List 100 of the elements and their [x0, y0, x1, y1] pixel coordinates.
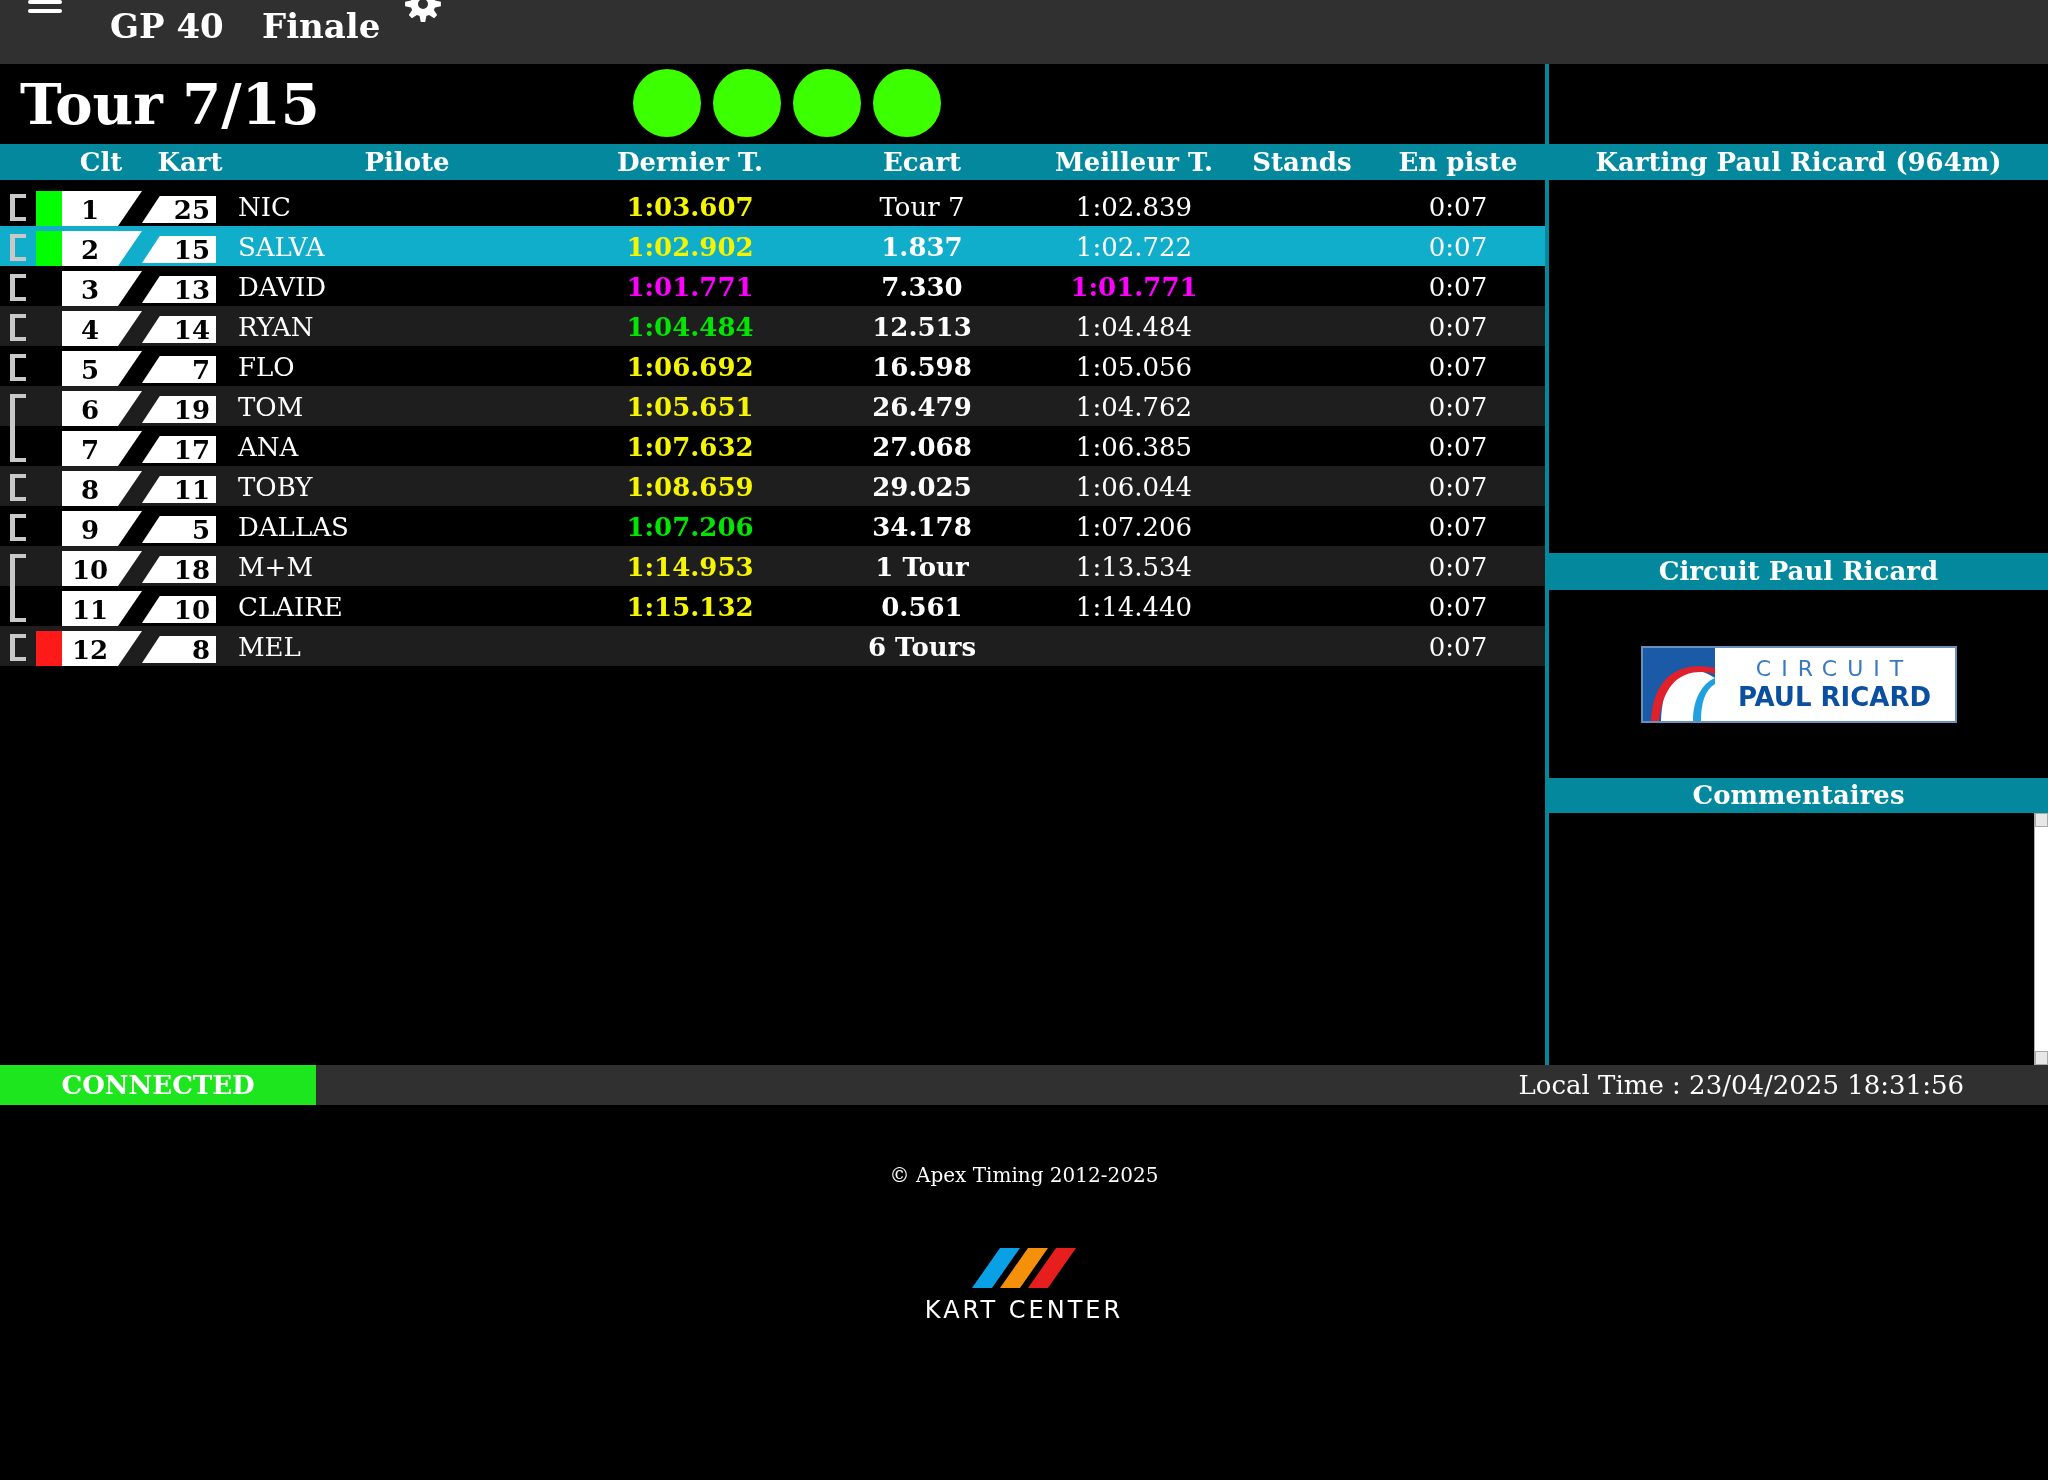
best-lap-time: 1:13.534: [1074, 551, 1194, 584]
last-lap-time: 1:01.771: [625, 271, 755, 304]
gap-value: 29.025: [871, 471, 973, 504]
gap-value: 27.068: [871, 431, 973, 464]
gap-value: 7.330: [880, 271, 964, 304]
circuit-heading: Circuit Paul Ricard: [1549, 553, 2048, 590]
settings-icon[interactable]: [404, 0, 442, 24]
stripes-logo-icon: [972, 1248, 1076, 1288]
position-plate: 5: [62, 351, 142, 386]
kart-plate: 7: [142, 356, 216, 383]
position-plate: 11: [62, 591, 142, 626]
on-track-time: 0:07: [1427, 311, 1489, 344]
position-plate: 9: [62, 511, 142, 546]
last-lap-time: 1:02.902: [625, 231, 755, 264]
gap-value: 26.479: [871, 391, 973, 424]
best-lap-time: 1:02.839: [1074, 191, 1194, 224]
best-lap-time: 1:02.722: [1074, 231, 1194, 264]
best-lap-time: 1:06.385: [1074, 431, 1194, 464]
standings-row[interactable]: 10 18 M+M 1:14.953 1 Tour 1:13.534 0:07: [0, 546, 1545, 586]
driver-name: TOBY: [238, 471, 313, 504]
kart-plate: 15: [142, 236, 216, 263]
gap-value: 1.837: [880, 231, 964, 264]
on-track-time: 0:07: [1427, 351, 1489, 384]
best-lap-time: 1:05.056: [1074, 351, 1194, 384]
best-lap-time: 1:14.440: [1074, 591, 1194, 624]
lap-counter: Tour 7/15: [20, 72, 320, 136]
position-plate: 12: [62, 631, 142, 666]
last-lap-time: 1:07.632: [625, 431, 755, 464]
gap-value: 12.513: [871, 311, 973, 344]
gap-value: 34.178: [871, 511, 973, 544]
position-plate: 1: [62, 191, 142, 226]
column-header[interactable]: En piste: [1380, 144, 1536, 180]
driver-name: DAVID: [238, 271, 327, 304]
logo-text: KART CENTER: [924, 1296, 1124, 1324]
best-lap-time: 1:06.044: [1074, 471, 1194, 504]
track-logo-icon: [1642, 647, 1715, 721]
driver-name: SALVA: [238, 231, 325, 264]
local-time: Local Time : 23/04/2025 18:31:56: [1518, 1069, 1964, 1102]
on-track-time: 0:07: [1427, 191, 1489, 224]
on-track-time: 0:07: [1427, 431, 1489, 464]
comments-heading: Commentaires: [1549, 778, 2048, 813]
standings-row[interactable]: 12 8 MEL 6 Tours 0:07: [0, 626, 1545, 666]
best-lap-time: 1:01.771: [1069, 271, 1199, 304]
best-lap-time: 1:04.762: [1074, 391, 1194, 424]
kart-plate: 18: [142, 556, 216, 583]
kart-plate: 13: [142, 276, 216, 303]
standings-row[interactable]: 8 11 TOBY 1:08.659 29.025 1:06.044 0:07: [0, 466, 1545, 506]
column-header[interactable]: Kart: [142, 144, 238, 180]
position-plate: 2: [62, 231, 142, 266]
kart-plate: 5: [142, 516, 216, 543]
standings-row[interactable]: 2 15 SALVA 1:02.902 1.837 1:02.722 0:07: [0, 226, 1545, 266]
last-lap-time: 1:07.206: [625, 511, 755, 544]
last-lap-time: 1:14.953: [625, 551, 755, 584]
on-track-time: 0:07: [1427, 551, 1489, 584]
gap-value: 6 Tours: [866, 631, 978, 664]
gap-value: 0.561: [880, 591, 964, 624]
on-track-time: 0:07: [1427, 591, 1489, 624]
driver-name: RYAN: [238, 311, 314, 344]
menu-icon[interactable]: [28, 0, 62, 13]
session-title: Finale: [262, 6, 381, 46]
on-track-time: 0:07: [1427, 631, 1489, 664]
track-heading: Karting Paul Ricard (964m): [1549, 144, 2048, 180]
standings-row[interactable]: 6 19 TOM 1:05.651 26.479 1:04.762 0:07: [0, 386, 1545, 426]
scrollbar[interactable]: [2034, 813, 2048, 1065]
standings-row[interactable]: 4 14 RYAN 1:04.484 12.513 1:04.484 0:07: [0, 306, 1545, 346]
column-header[interactable]: Pilote: [238, 144, 576, 180]
column-header[interactable]: Dernier T.: [590, 144, 790, 180]
on-track-time: 0:07: [1427, 271, 1489, 304]
gap-value: Tour 7: [878, 191, 966, 224]
last-lap-time: 1:04.484: [625, 311, 755, 344]
on-track-time: 0:07: [1427, 231, 1489, 264]
gap-value: 1 Tour: [874, 551, 970, 584]
event-title: GP 40: [110, 6, 224, 46]
kart-plate: 14: [142, 316, 216, 343]
column-header[interactable]: Ecart: [822, 144, 1022, 180]
driver-name: ANA: [238, 431, 299, 464]
column-header[interactable]: Clt: [62, 144, 140, 180]
kart-plate: 11: [142, 476, 216, 503]
on-track-time: 0:07: [1427, 471, 1489, 504]
position-plate: 10: [62, 551, 142, 586]
kart-plate: 10: [142, 596, 216, 623]
driver-name: MEL: [238, 631, 301, 664]
last-lap-time: 1:15.132: [625, 591, 755, 624]
driver-name: TOM: [238, 391, 304, 424]
best-lap-time: 1:07.206: [1074, 511, 1194, 544]
driver-name: CLAIRE: [238, 591, 343, 624]
kart-plate: 17: [142, 436, 216, 463]
position-plate: 8: [62, 471, 142, 506]
position-plate: 7: [62, 431, 142, 466]
last-lap-time: 1:03.607: [625, 191, 755, 224]
driver-name: FLO: [238, 351, 295, 384]
on-track-time: 0:07: [1427, 511, 1489, 544]
copyright-text: © Apex Timing 2012-2025: [889, 1162, 1159, 1188]
kart-plate: 19: [142, 396, 216, 423]
connection-status: CONNECTED: [0, 1065, 316, 1105]
gap-value: 16.598: [871, 351, 973, 384]
driver-name: DALLAS: [238, 511, 349, 544]
position-plate: 4: [62, 311, 142, 346]
last-lap-time: 1:05.651: [625, 391, 755, 424]
logo-text: CIRCUIT: [1755, 656, 1914, 682]
